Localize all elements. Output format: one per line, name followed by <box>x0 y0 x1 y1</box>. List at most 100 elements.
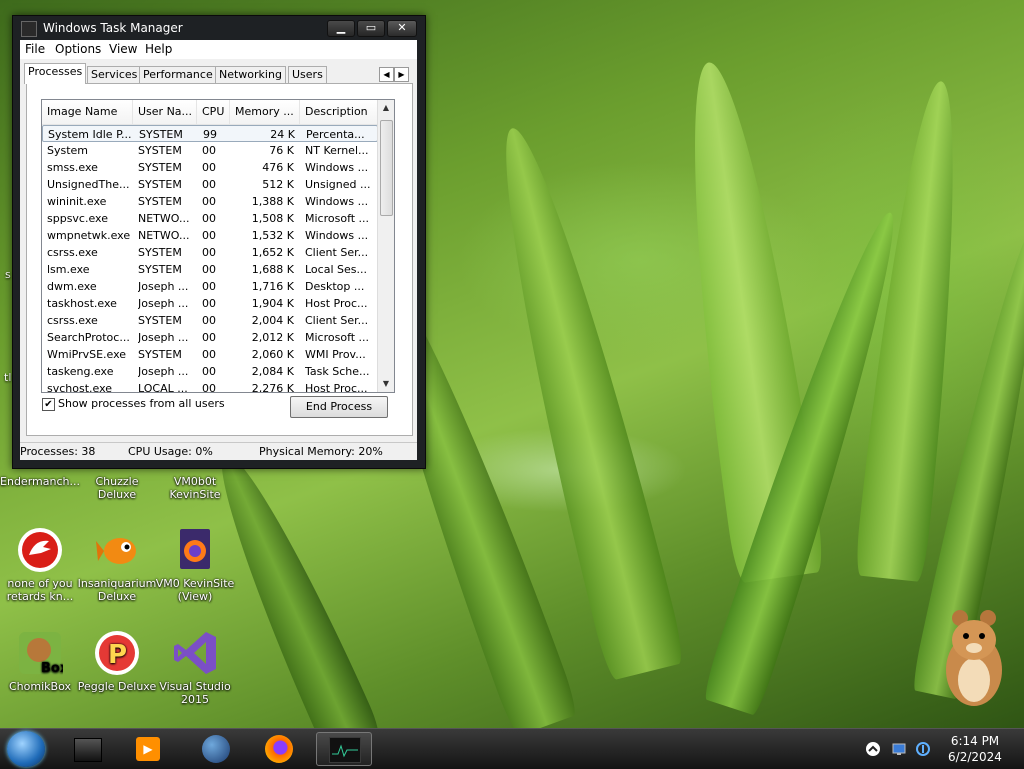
desktop-icon-endermanch[interactable]: Endermanch... <box>0 475 80 488</box>
taskbar-file-explorer[interactable] <box>62 732 112 766</box>
process-cell-cpu: 00 <box>202 246 216 259</box>
column-memory[interactable]: Memory ... <box>230 100 300 124</box>
task-manager-icon <box>329 737 361 763</box>
maximize-button[interactable]: ▭ <box>357 20 385 37</box>
process-cell-user: SYSTEM <box>138 263 182 276</box>
goldfish-icon <box>94 527 140 573</box>
menu-view[interactable]: View <box>109 42 137 56</box>
process-row[interactable]: svchost.exe LOCAL ... 00 2,276 K Host Proc..… <box>42 380 378 393</box>
process-row[interactable]: System Idle P... SYSTEM 99 24 K Percenta... <box>42 125 378 142</box>
process-cell-cpu: 00 <box>202 161 216 174</box>
process-row[interactable]: System SYSTEM 00 76 K NT Kernel... <box>42 142 378 159</box>
partial-icon-label: s <box>5 268 11 281</box>
process-row[interactable]: UnsignedThe... SYSTEM 00 512 K Unsigned ... <box>42 176 378 193</box>
menu-bar: File Options View Help <box>20 40 417 59</box>
taskbar-globe[interactable] <box>192 732 242 766</box>
process-row[interactable]: taskhost.exe Joseph ... 00 1,904 K Host Proc… <box>42 295 378 312</box>
hamster-gadget-icon[interactable] <box>938 604 1008 708</box>
desktop-icon-vm0b0t[interactable]: VM0b0t KevinSite <box>155 475 235 501</box>
tab-scroll-left-icon[interactable]: ◀ <box>379 67 394 82</box>
column-image-name[interactable]: Image Name <box>42 100 133 124</box>
desktop-icon-chomikbox[interactable]: Box ChomikBox <box>0 630 80 693</box>
process-row[interactable]: wininit.exe SYSTEM 00 1,388 K Windows ... <box>42 193 378 210</box>
tab-processes[interactable]: Processes <box>24 63 87 84</box>
process-cell-name: svchost.exe <box>47 382 113 393</box>
tab-users[interactable]: Users <box>288 66 327 83</box>
column-description[interactable]: Description <box>300 100 378 124</box>
desktop-icon-dragon[interactable]: none of you retards kn... <box>0 527 80 603</box>
process-row[interactable]: dwm.exe Joseph ... 00 1,716 K Desktop ... <box>42 278 378 295</box>
desktop-icon-label: Insaniquarium Deluxe <box>77 577 157 603</box>
process-cell-user: Joseph ... <box>138 331 189 344</box>
desktop-icon-vm0-kevinsite-view[interactable]: VM0 KevinSite (View) <box>155 527 235 603</box>
process-row[interactable]: lsm.exe SYSTEM 00 1,688 K Local Ses... <box>42 261 378 278</box>
process-row[interactable]: smss.exe SYSTEM 00 476 K Windows ... <box>42 159 378 176</box>
process-cell-desc: WMI Prov... <box>305 348 366 361</box>
process-cell-desc: Desktop ... <box>305 280 365 293</box>
scroll-up-icon[interactable]: ▲ <box>378 100 394 116</box>
process-row[interactable]: csrss.exe SYSTEM 00 2,004 K Client Ser... <box>42 312 378 329</box>
process-list[interactable]: Image Name User Na... CPU Memory ... Des… <box>41 99 395 393</box>
process-cell-mem: 24 K <box>270 128 295 141</box>
scroll-down-icon[interactable]: ▼ <box>378 376 394 392</box>
process-row[interactable]: sppsvc.exe NETWO... 00 1,508 K Microsoft ... <box>42 210 378 227</box>
taskbar-firefox[interactable] <box>255 732 305 766</box>
process-cell-mem: 76 K <box>269 144 294 157</box>
taskbar-task-manager[interactable] <box>316 732 372 766</box>
shield-update-icon[interactable] <box>915 741 931 757</box>
tab-scroll-right-icon[interactable]: ▶ <box>394 67 409 82</box>
title-bar[interactable]: Windows Task Manager ▁ ▭ ✕ <box>13 16 425 40</box>
process-cell-mem: 512 K <box>262 178 294 191</box>
desktop-icon-peggle[interactable]: P Peggle Deluxe <box>77 630 157 693</box>
process-cell-cpu: 00 <box>202 195 216 208</box>
process-cell-cpu: 00 <box>202 178 216 191</box>
scroll-thumb[interactable] <box>380 120 393 216</box>
tab-services[interactable]: Services <box>87 66 142 83</box>
checkbox-checked-icon[interactable]: ✔ <box>42 398 55 411</box>
tab-networking[interactable]: Networking <box>215 66 286 83</box>
process-row[interactable]: WmiPrvSE.exe SYSTEM 00 2,060 K WMI Prov... <box>42 346 378 363</box>
menu-help[interactable]: Help <box>145 42 172 56</box>
process-cell-user: SYSTEM <box>138 195 182 208</box>
tab-performance[interactable]: Performance <box>139 66 217 83</box>
process-cell-user: Joseph ... <box>138 280 189 293</box>
column-cpu[interactable]: CPU <box>197 100 230 124</box>
desktop-icon-label: Endermanch... <box>0 475 80 488</box>
network-icon[interactable] <box>891 741 907 757</box>
menu-options[interactable]: Options <box>55 42 101 56</box>
end-process-button[interactable]: End Process <box>290 396 388 418</box>
close-button[interactable]: ✕ <box>387 20 417 37</box>
desktop-icon-chuzzle[interactable]: Chuzzle Deluxe <box>77 475 157 501</box>
desktop-icon-visual-studio[interactable]: Visual Studio 2015 <box>155 630 235 706</box>
desktop-icon-label: VM0b0t KevinSite <box>169 475 221 501</box>
status-cpu-usage: CPU Usage: 0% <box>128 445 213 458</box>
process-cell-desc: Windows ... <box>305 229 369 242</box>
process-cell-name: wmpnetwk.exe <box>47 229 131 242</box>
process-cell-name: System Idle P... <box>48 128 132 141</box>
desktop-icon-label: Peggle Deluxe <box>77 680 157 693</box>
show-hidden-icons-icon[interactable] <box>865 741 881 757</box>
process-row[interactable]: SearchProtoc... Joseph ... 00 2,012 K Micros… <box>42 329 378 346</box>
process-row[interactable]: wmpnetwk.exe NETWO... 00 1,532 K Windows ... <box>42 227 378 244</box>
process-cell-cpu: 00 <box>202 144 216 157</box>
process-cell-desc: Local Ses... <box>305 263 367 276</box>
process-row[interactable]: csrss.exe SYSTEM 00 1,652 K Client Ser... <box>42 244 378 261</box>
firefox-file-icon <box>172 527 218 573</box>
process-cell-name: csrss.exe <box>47 314 98 327</box>
vertical-scrollbar[interactable]: ▲ ▼ <box>377 100 394 392</box>
window-title: Windows Task Manager <box>43 21 183 35</box>
process-cell-cpu: 00 <box>202 229 216 242</box>
process-cell-user: LOCAL ... <box>138 382 188 393</box>
taskbar-media-player[interactable]: ▶ <box>124 732 174 766</box>
start-button[interactable] <box>7 731 45 767</box>
process-row[interactable]: taskeng.exe Joseph ... 00 2,084 K Task Sche.… <box>42 363 378 380</box>
process-cell-desc: Host Proc... <box>305 382 368 393</box>
process-cell-user: SYSTEM <box>138 144 182 157</box>
column-user-name[interactable]: User Na... <box>133 100 197 124</box>
menu-file[interactable]: File <box>25 42 45 56</box>
system-clock[interactable]: 6:14 PM 6/2/2024 <box>940 733 1010 765</box>
desktop-icon-insaniquarium[interactable]: Insaniquarium Deluxe <box>77 527 157 603</box>
process-cell-name: UnsignedThe... <box>47 178 130 191</box>
minimize-button[interactable]: ▁ <box>327 20 355 37</box>
task-manager-window[interactable]: Windows Task Manager ▁ ▭ ✕ File Options … <box>12 15 426 469</box>
